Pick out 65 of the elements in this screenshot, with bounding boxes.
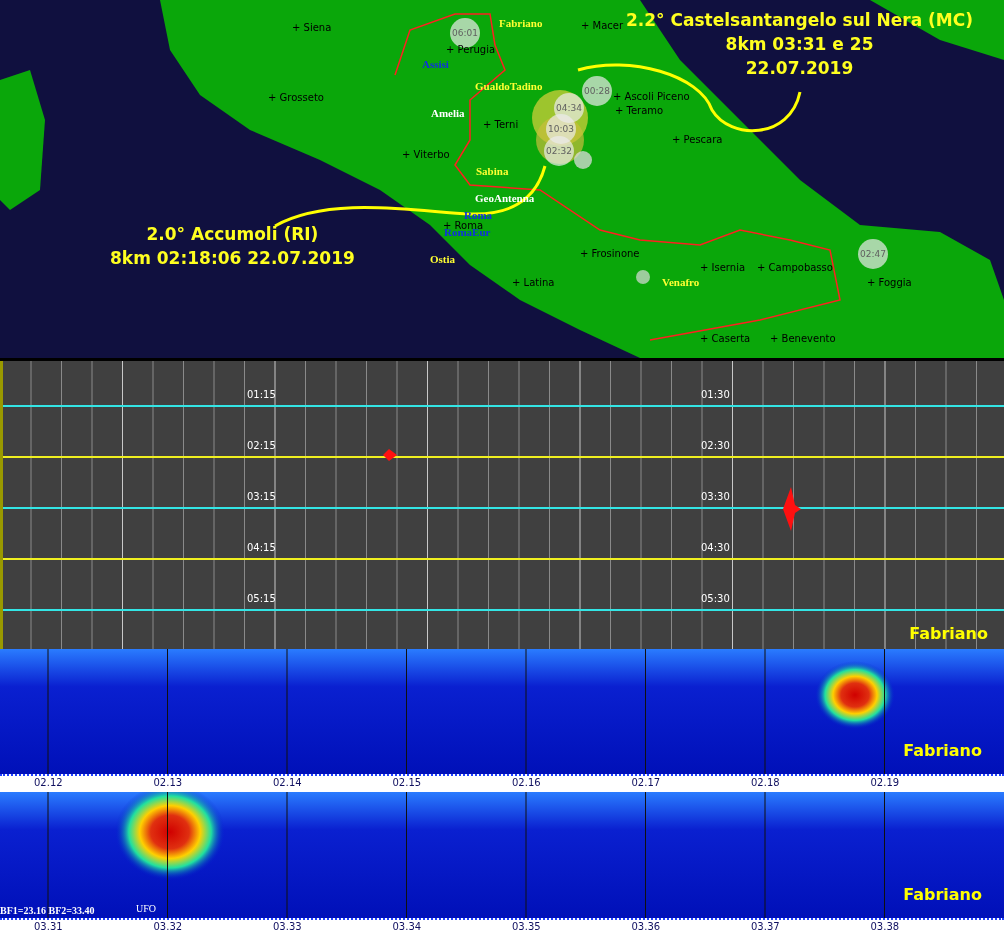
- axis-tick-label: 03.37: [751, 921, 780, 933]
- axis-tick-label: 03.38: [870, 921, 900, 933]
- station-label: Sabina: [476, 165, 509, 177]
- station-label: Amelia: [431, 107, 465, 119]
- axis-tick-label: 02.15: [392, 777, 422, 789]
- time-label: 04:15: [247, 542, 276, 554]
- station-label: Assisi: [422, 58, 449, 70]
- axis-tick-label: 03.34: [392, 921, 422, 933]
- earthquake-annotation: 2.0° Accumoli (RI): [146, 223, 319, 246]
- event-time-label: 10:03: [548, 124, 574, 134]
- time-label: 04:30: [701, 542, 730, 554]
- city-label: + Macer: [581, 20, 624, 31]
- filter-info: BF1=23.16 BF2=33.40: [0, 905, 95, 917]
- axis-tick-label: 03.36: [631, 921, 661, 933]
- time-label: 03:15: [247, 491, 276, 503]
- city-label: + Latina: [512, 277, 555, 288]
- event-time-label: 06:01: [452, 28, 478, 38]
- event-time-label: 04:34: [556, 103, 582, 113]
- city-label: + Frosinone: [580, 248, 640, 259]
- city-label: + Perugia: [446, 44, 496, 55]
- time-label: 01:30: [701, 389, 730, 401]
- city-label: + Foggia: [867, 277, 912, 288]
- axis-tick-label: 02.18: [751, 777, 780, 789]
- city-label: + Caserta: [700, 333, 751, 344]
- station-name: Fabriano: [903, 741, 982, 761]
- station-label: Fabriano: [499, 17, 543, 29]
- city-label: + Teramo: [615, 105, 664, 116]
- station-name: Fabriano: [909, 623, 988, 643]
- seismic-burst-icon: [783, 487, 801, 532]
- time-label: 02:15: [247, 440, 276, 452]
- marker-label: UFO: [136, 903, 156, 915]
- city-label: + Ascoli Piceno: [613, 91, 690, 102]
- station-label: Venafro: [662, 276, 700, 288]
- axis-tick-label: 02.17: [631, 777, 661, 789]
- event-time-label: 00:28: [584, 86, 610, 96]
- city-label: + Siena: [292, 22, 332, 33]
- axis-tick-label: 02.19: [870, 777, 900, 789]
- axis-tick-label: 02.13: [153, 777, 183, 789]
- earthquake-annotation: 8km 03:31 e 25: [725, 33, 874, 56]
- seismic-burst-icon: [383, 449, 399, 462]
- city-label: + Viterbo: [402, 149, 450, 160]
- earthquake-annotation: 8km 02:18:06 22.07.2019: [110, 247, 355, 270]
- time-label: 02:30: [701, 440, 730, 452]
- station-name: Fabriano: [903, 885, 982, 905]
- time-label: 05:30: [701, 593, 730, 605]
- time-label: 01:15: [247, 389, 276, 401]
- earthquake-annotation: 22.07.2019: [745, 57, 854, 80]
- city-label: + Grosseto: [268, 92, 324, 103]
- time-label: 05:15: [247, 593, 276, 605]
- axis-tick-label: 02.16: [512, 777, 541, 789]
- axis-tick-label: 03.32: [153, 921, 183, 933]
- city-label: + Campobasso: [757, 262, 833, 273]
- station-label: Ostia: [430, 253, 456, 265]
- axis-tick-label: 03.31: [34, 921, 63, 933]
- time-label: 03:30: [701, 491, 730, 503]
- city-label: + Terni: [483, 119, 519, 130]
- event-time-label: 02:47: [860, 249, 886, 259]
- city-label: + Benevento: [770, 333, 836, 344]
- axis-tick-label: 02.14: [273, 777, 302, 789]
- event-time-label: 02:32: [546, 146, 572, 156]
- city-label: + Isernia: [700, 262, 746, 273]
- axis-tick-label: 03.35: [512, 921, 541, 933]
- axis-tick-label: 02.12: [34, 777, 63, 789]
- city-label: + Pescara: [672, 134, 723, 145]
- axis-tick-label: 03.33: [273, 921, 302, 933]
